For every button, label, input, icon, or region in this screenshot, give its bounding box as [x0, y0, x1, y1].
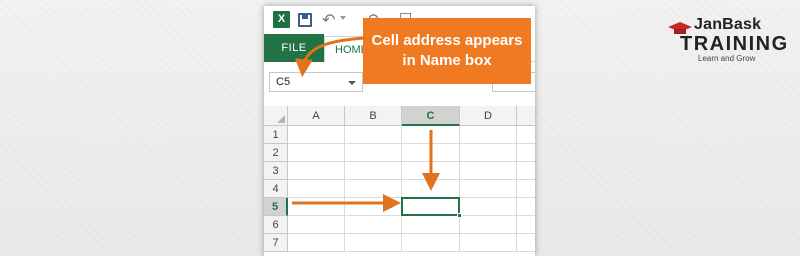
brand-name-part2: TRAINING [680, 33, 789, 55]
arrow-to-namebox [294, 36, 366, 77]
janbask-training-logo: JanBask TRAINING Learn and Grow [668, 14, 792, 68]
brand-tagline: Learn and Grow [698, 54, 756, 63]
brand-name-part1: JanBask [694, 16, 762, 33]
